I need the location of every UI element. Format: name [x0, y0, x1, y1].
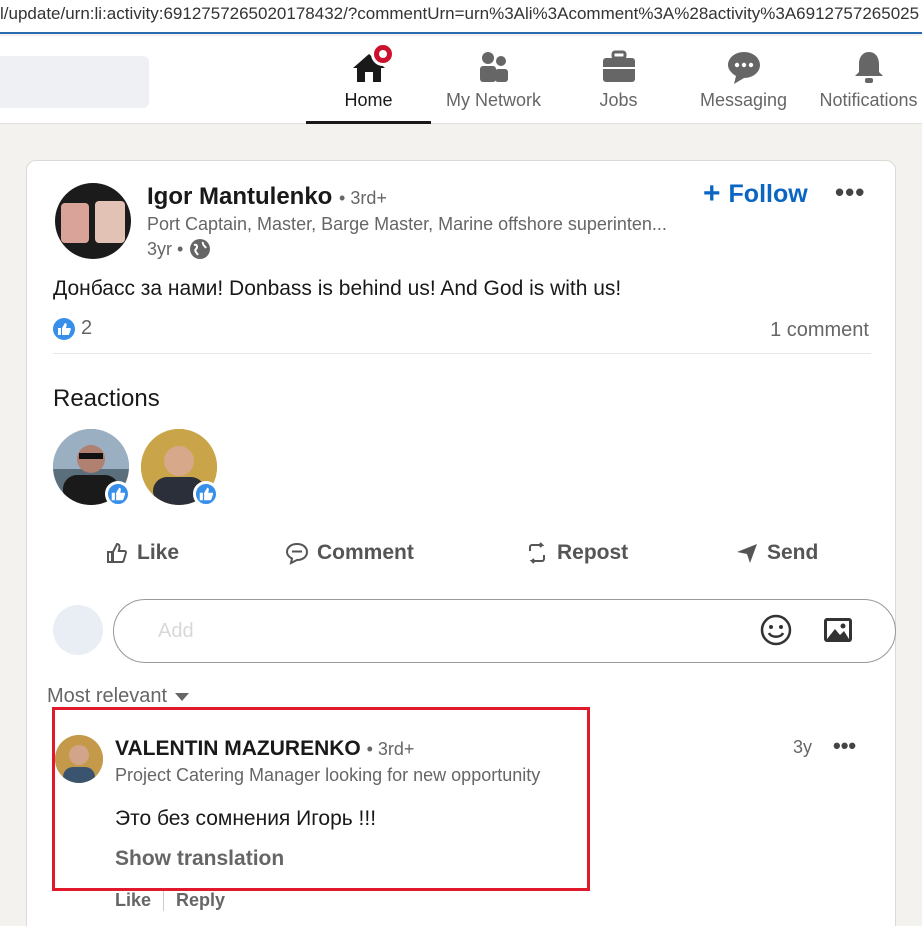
post-time: 3yr • [147, 238, 184, 259]
my-avatar [53, 605, 103, 655]
reactions-title: Reactions [53, 385, 160, 412]
chat-icon [724, 48, 764, 86]
caret-down-icon [175, 692, 190, 701]
nav-jobs[interactable]: Jobs [556, 48, 681, 124]
emoji-icon[interactable] [759, 613, 793, 652]
comment-label: Comment [317, 541, 414, 564]
post-card: Igor Mantulenko • 3rd+ Port Captain, Mas… [26, 160, 896, 926]
bell-icon [849, 48, 889, 86]
address-bar[interactable]: l/update/urn:li:activity:691275726502017… [0, 0, 922, 34]
like-button[interactable]: Like [105, 541, 179, 565]
like-reaction-icon [105, 481, 131, 507]
like-reaction-icon [193, 481, 219, 507]
comment-like-button[interactable]: Like [115, 890, 151, 911]
avatar-photo-left [61, 203, 89, 243]
nav-home[interactable]: Home [306, 42, 431, 124]
reactor-avatar[interactable] [141, 429, 219, 507]
nav-my-network-label: My Network [445, 90, 541, 110]
reactor-avatar[interactable] [53, 429, 131, 507]
network-icon [474, 48, 514, 86]
comment-button[interactable]: Comment [285, 541, 414, 565]
author-avatar[interactable] [55, 183, 131, 259]
comment-actions: Like Reply [115, 889, 225, 911]
comment-item: VALENTIN MAZURENKO • 3rd+ Project Cateri… [55, 733, 865, 926]
send-button[interactable]: Send [735, 541, 818, 565]
plus-icon: + [703, 177, 721, 210]
commenter-degree: • 3rd+ [366, 739, 415, 759]
post-meta: 3yr • [147, 238, 211, 260]
post-author-name[interactable]: Igor Mantulenko • 3rd+ [147, 183, 387, 211]
comment-text: Это без сомнения Игорь !!! [115, 807, 377, 830]
sort-dropdown[interactable]: Most relevant [47, 685, 190, 708]
comment-time: 3y [793, 737, 813, 757]
follow-label: Follow [728, 179, 808, 208]
follow-button[interactable]: + Follow [703, 179, 808, 209]
globe-icon [189, 238, 211, 260]
send-label: Send [767, 541, 819, 564]
commenter-name-label: VALENTIN MAZURENKO [115, 737, 361, 760]
nav-notifications[interactable]: Notifications [806, 48, 922, 124]
avatar-photo-right [95, 201, 125, 243]
repost-icon [529, 542, 545, 564]
like-reaction-icon [53, 317, 75, 340]
post-more-icon[interactable]: ••• [835, 177, 865, 208]
post-author-degree: • 3rd+ [339, 188, 387, 208]
repost-label: Repost [557, 541, 629, 564]
send-icon [737, 544, 757, 563]
reaction-count-value: 2 [81, 317, 93, 339]
comment-count[interactable]: 1 comment [770, 319, 869, 342]
repost-button[interactable]: Repost [525, 541, 628, 565]
thumbs-up-icon [107, 542, 127, 563]
notification-dot [370, 42, 395, 66]
show-translation-button[interactable]: Show translation [115, 847, 284, 871]
comment-more-icon[interactable]: ••• [833, 733, 856, 759]
commenter-headline: Project Catering Manager looking for new… [115, 765, 541, 785]
nav-messaging[interactable]: Messaging [681, 48, 806, 124]
nav-home-label: Home [344, 90, 393, 110]
url-text: l/update/urn:li:activity:691275726502017… [0, 4, 920, 23]
post-actions: Like Comment Repost Send [27, 535, 895, 585]
home-icon [349, 42, 395, 86]
post-author-label: Igor Mantulenko [147, 183, 333, 210]
divider [163, 889, 165, 911]
commenter-avatar[interactable] [55, 735, 103, 783]
post-author-headline: Port Captain, Master, Barge Master, Mari… [147, 214, 667, 234]
divider [53, 353, 871, 354]
like-label: Like [137, 541, 180, 564]
comment-icon [285, 542, 309, 565]
nav-notifications-label: Notifications [819, 90, 918, 110]
sort-label: Most relevant [47, 685, 168, 707]
nav-my-network[interactable]: My Network [431, 48, 556, 124]
nav-messaging-label: Messaging [699, 90, 788, 110]
briefcase-icon [599, 48, 639, 86]
comment-reply-button[interactable]: Reply [176, 890, 225, 911]
reaction-count[interactable]: 2 [53, 317, 92, 340]
top-navbar: Home My Network Jobs Messaging Notificat… [0, 36, 922, 124]
image-icon[interactable] [821, 613, 855, 652]
search-input[interactable] [0, 56, 149, 108]
commenter-name[interactable]: VALENTIN MAZURENKO • 3rd+ [115, 737, 414, 761]
comment-composer: Add [53, 599, 896, 663]
post-text: Донбасс за нами! Donbass is behind us! A… [53, 277, 622, 300]
nav-jobs-label: Jobs [599, 90, 638, 110]
